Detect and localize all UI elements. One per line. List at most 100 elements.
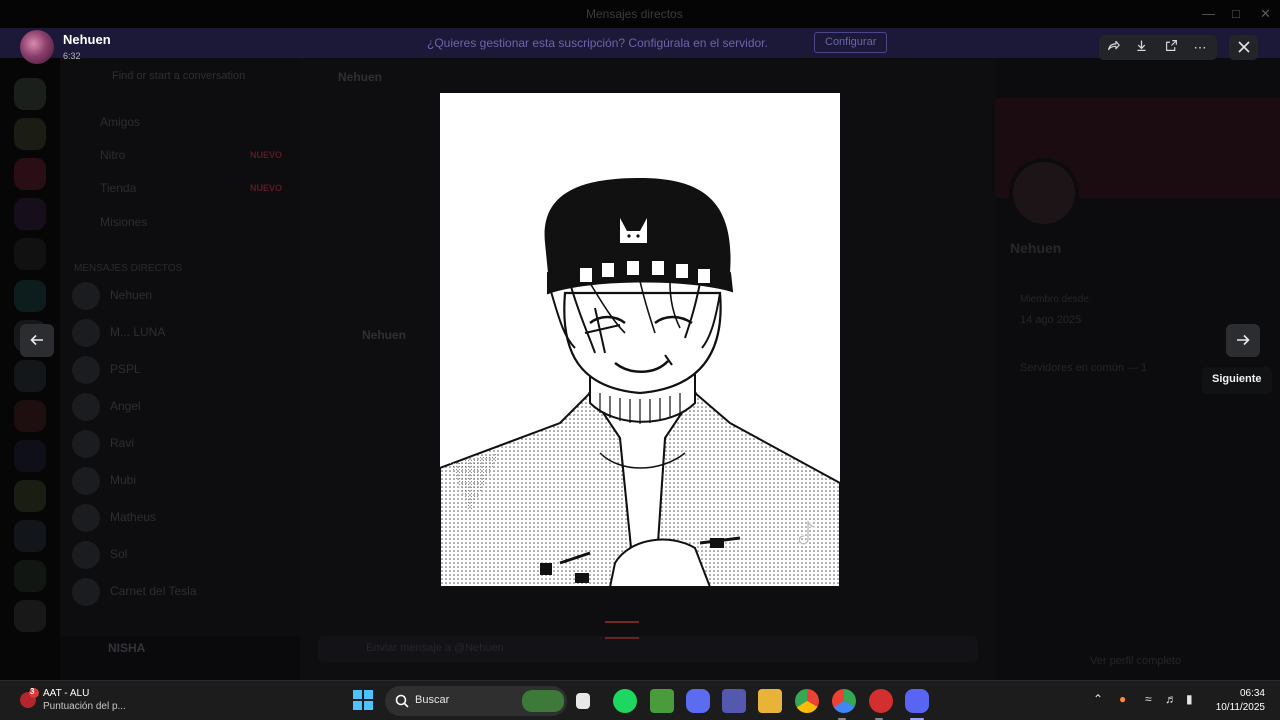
taskbar-time[interactable]: 06:34 (1211, 688, 1265, 699)
profile-avatar (1009, 158, 1079, 228)
file-explorer-icon[interactable] (758, 689, 782, 713)
windows-taskbar: 3 AAT - ALU Puntuación del p... Buscar ⌃… (0, 680, 1280, 720)
current-user-name: NISHA (108, 641, 146, 655)
nav-friends[interactable]: Amigos (100, 115, 140, 129)
dm-name: Sol (110, 547, 128, 561)
search-placeholder: Buscar (415, 694, 450, 706)
server-icon[interactable] (14, 600, 46, 632)
message-author: Nehuen (362, 328, 407, 342)
app-icon[interactable] (869, 689, 893, 713)
minimize-icon[interactable]: — (1202, 6, 1215, 21)
server-icon[interactable] (14, 480, 46, 512)
avatar (72, 430, 100, 458)
server-icon[interactable] (14, 158, 46, 190)
avatar (72, 541, 100, 569)
volume-icon[interactable]: ♬ (1165, 692, 1177, 706)
shop-new-badge: NUEVO (249, 183, 282, 193)
dm-name: Nehuen (110, 288, 153, 302)
window-close-icon[interactable]: ✕ (1260, 6, 1271, 22)
dm-item[interactable]: Carnet del Tesla (72, 576, 292, 608)
nitro-new-badge: NUEVO (249, 150, 282, 160)
chevron-up-icon[interactable]: ⌃ (1093, 692, 1103, 706)
user-panel: NISHA (60, 636, 300, 680)
discord-icon[interactable] (905, 689, 929, 713)
server-icon[interactable] (14, 360, 46, 392)
avatar (72, 578, 100, 606)
maximize-icon[interactable]: □ (1232, 6, 1240, 21)
dm-item[interactable]: Matheus (72, 502, 292, 534)
more-icon[interactable]: ⋯ (1189, 38, 1211, 57)
wifi-icon[interactable]: ≈ (1145, 692, 1152, 706)
dm-search-input[interactable]: Find or start a conversation (112, 70, 245, 82)
server-icon[interactable] (14, 198, 46, 230)
nav-shop[interactable]: Tienda (100, 181, 136, 195)
member-since-date: 14 ago 2025 (1020, 314, 1082, 326)
download-icon[interactable] (1130, 38, 1152, 57)
view-full-profile-link[interactable]: Ver perfil completo (1090, 655, 1181, 667)
dm-item[interactable]: Ravi (72, 428, 292, 460)
dm-name: Ravi (110, 436, 135, 450)
close-icon[interactable] (1229, 35, 1258, 60)
dm-item[interactable]: PSPL (72, 354, 292, 386)
next-button[interactable] (1226, 324, 1260, 357)
sender-timestamp: 6:32 (63, 51, 81, 61)
windows-start-icon[interactable] (352, 689, 376, 713)
teams-icon[interactable] (722, 689, 746, 713)
server-icon[interactable] (14, 440, 46, 472)
manga-illustration (440, 93, 840, 587)
dm-name: Matheus (110, 510, 157, 524)
server-icon[interactable] (14, 400, 46, 432)
spotify-icon[interactable] (613, 689, 637, 713)
notification-app-icon[interactable]: 3 (18, 687, 40, 710)
banner-configure-button[interactable]: Configurar (814, 32, 888, 53)
avatar (72, 356, 100, 384)
taskbar-date[interactable]: 10/11/2025 (1211, 702, 1265, 713)
dm-item[interactable]: M... LUNA (72, 317, 292, 349)
next-tooltip: Siguiente (1202, 367, 1272, 394)
notepad-icon[interactable] (576, 693, 590, 709)
viewer-toolbar: ⋯ (1099, 35, 1217, 60)
dm-sidebar: Find or start a conversation Amigos Nitr… (60, 58, 300, 680)
server-icon[interactable] (14, 238, 46, 270)
server-icon[interactable] (14, 560, 46, 592)
avatar (72, 504, 100, 532)
notification-subtitle[interactable]: Puntuación del p... (43, 701, 126, 712)
minecraft-icon[interactable] (650, 689, 674, 713)
server-icon[interactable] (14, 520, 46, 552)
nav-nitro[interactable]: Nitro (100, 148, 125, 162)
sender-avatar (20, 30, 54, 64)
window-title: Mensajes directos (586, 7, 683, 21)
sender-name: Nehuen (63, 32, 111, 47)
copilot-icon[interactable] (686, 689, 710, 713)
discord-media-viewer: Mensajes directos — □ ✕ ¿Quieres gestion… (0, 0, 1280, 720)
dm-name: Angel (110, 399, 141, 413)
open-external-icon[interactable] (1160, 38, 1182, 57)
media-image (440, 93, 840, 587)
dm-item[interactable]: Sol (72, 539, 292, 571)
server-icon[interactable] (14, 118, 46, 150)
taskbar-search[interactable]: Buscar (385, 686, 567, 716)
server-list (0, 58, 60, 680)
dm-item[interactable]: Nehuen (72, 280, 292, 312)
notification-count: 3 (30, 687, 35, 696)
avatar (72, 282, 100, 310)
server-icon[interactable] (14, 280, 46, 312)
chat-header-title: Nehuen (338, 70, 383, 84)
server-icon[interactable] (14, 78, 46, 110)
dm-item[interactable]: Mubi (72, 465, 292, 497)
mutual-servers[interactable]: Servidores en común — 1 (1020, 362, 1147, 374)
nav-quests[interactable]: Misiones (100, 215, 147, 229)
microphone-icon[interactable]: ● (1119, 692, 1126, 706)
message-composer[interactable]: Enviar mensaje a @Nehuen (318, 636, 978, 662)
dm-name: M... LUNA (110, 325, 166, 339)
previous-button[interactable] (20, 324, 54, 357)
avatar (72, 393, 100, 421)
share-icon[interactable] (1102, 38, 1124, 57)
chrome-icon[interactable] (795, 689, 819, 713)
chrome-profile-icon[interactable] (832, 689, 856, 713)
arrow-left-icon (30, 334, 43, 346)
dm-item[interactable]: Angel (72, 391, 292, 423)
notification-title[interactable]: AAT - ALU (43, 688, 89, 699)
battery-icon[interactable]: ▮ (1186, 692, 1193, 706)
dm-name: Mubi (110, 473, 137, 487)
